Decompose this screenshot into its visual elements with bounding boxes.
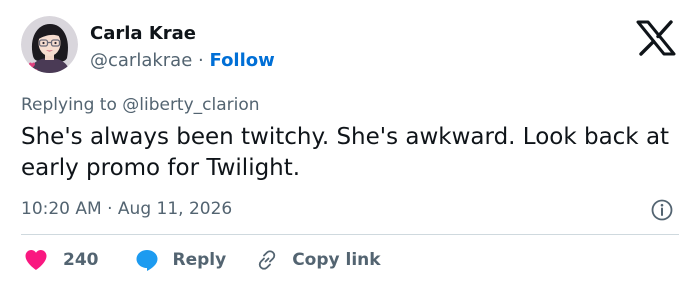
divider bbox=[21, 234, 679, 235]
tweet-date: Aug 11, 2026 bbox=[117, 199, 233, 219]
replying-to-handle[interactable]: @liberty_clarion bbox=[122, 95, 259, 115]
avatar-illustration bbox=[21, 16, 78, 73]
speech-bubble-icon bbox=[136, 250, 157, 271]
follow-button[interactable]: Follow bbox=[210, 50, 275, 71]
tweet-timestamp[interactable]: 10:20 AM · Aug 11, 2026 bbox=[21, 199, 232, 219]
copy-link-label: Copy link bbox=[292, 250, 381, 270]
user-handle[interactable]: @carlakrae bbox=[90, 50, 192, 71]
replying-to-line: Replying to @liberty_clarion bbox=[21, 95, 260, 115]
reply-button[interactable]: Reply bbox=[135, 248, 227, 272]
timestamp-separator: · bbox=[107, 199, 113, 219]
reply-label: Reply bbox=[172, 250, 227, 270]
like-count: 240 bbox=[63, 250, 99, 270]
copy-link-button[interactable]: Copy link bbox=[256, 249, 381, 271]
handle-separator: · bbox=[198, 50, 204, 71]
x-logo-icon[interactable] bbox=[636, 20, 676, 56]
heart-icon bbox=[25, 250, 47, 270]
link-icon bbox=[259, 250, 276, 270]
like-button[interactable]: 240 bbox=[24, 249, 99, 271]
tweet-time: 10:20 AM bbox=[21, 199, 102, 219]
handle-row: @carlakrae · Follow bbox=[90, 50, 275, 71]
avatar[interactable] bbox=[21, 16, 78, 73]
display-name[interactable]: Carla Krae bbox=[90, 23, 196, 44]
info-icon[interactable] bbox=[650, 198, 674, 222]
tweet-card: Carla Krae @carlakrae · Follow Replying … bbox=[0, 0, 700, 287]
replying-to-label: Replying to bbox=[21, 95, 117, 115]
tweet-text: She's always been twitchy. She's awkward… bbox=[21, 124, 670, 181]
action-bar: 240 Reply Copy link bbox=[24, 247, 381, 273]
